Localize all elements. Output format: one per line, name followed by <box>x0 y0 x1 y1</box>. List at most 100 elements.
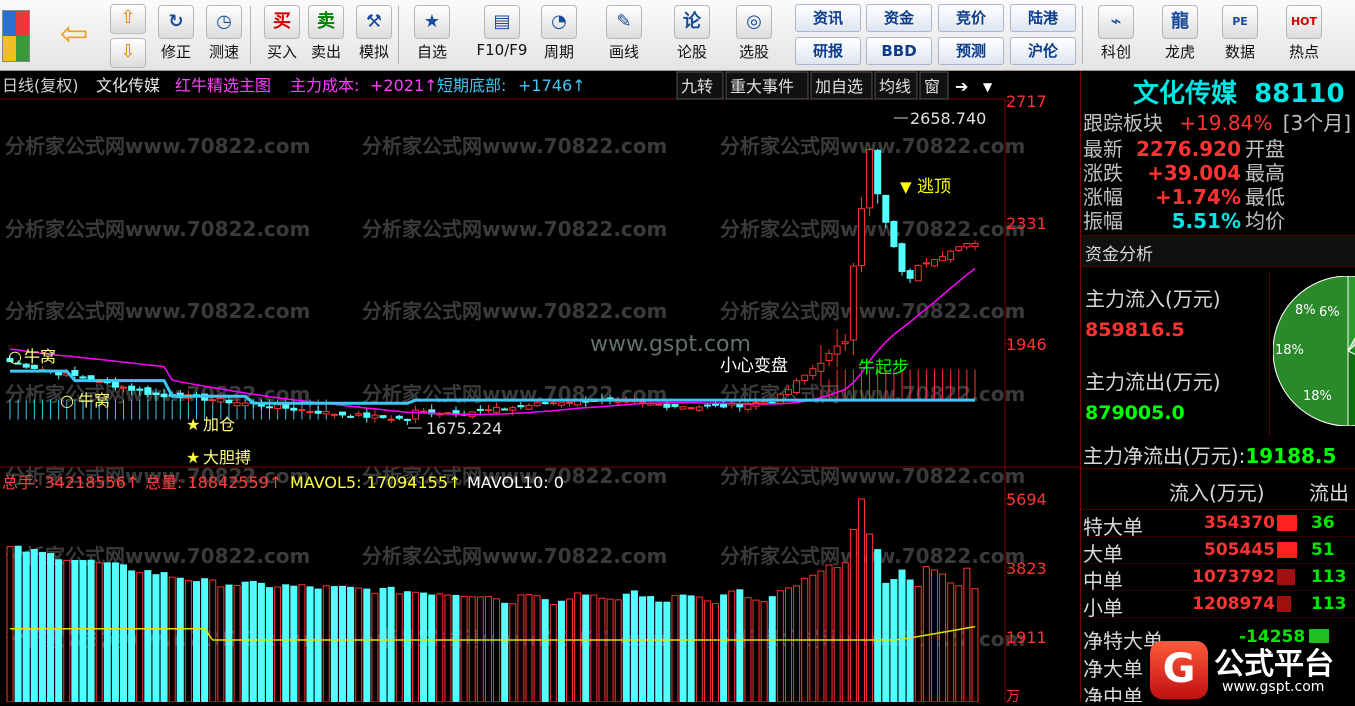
volume-bar <box>841 562 849 703</box>
flow-row-in: 1073792 <box>1192 567 1275 587</box>
pie-slice <box>1347 350 1355 426</box>
volume-bar <box>144 570 152 703</box>
candle-body <box>687 407 695 410</box>
flow-table-row: 中单 1073792 113 <box>1081 564 1355 593</box>
small-button-bottom-1[interactable]: BBD <box>866 37 932 65</box>
volume-bar <box>760 601 768 703</box>
toolbar-button-label: 模拟 <box>358 43 389 61</box>
candle-body <box>793 380 801 394</box>
mavol5: MAVOL5: 17094155↑ <box>290 473 461 492</box>
volume-bar <box>136 572 144 703</box>
pin-icon[interactable]: ➔ <box>955 77 968 96</box>
kechuang-icon: ⌁ <box>1098 5 1134 39</box>
candle-body <box>801 374 809 381</box>
data-button[interactable]: PE 数据 <box>1216 2 1264 68</box>
star-folder-button[interactable]: ★ 自选 <box>408 2 456 68</box>
candle-body <box>233 402 241 407</box>
volume-axis-low: 1911 <box>1006 628 1047 647</box>
candle-body <box>338 411 346 416</box>
candle-body <box>947 250 955 261</box>
down-arrow-icon[interactable]: ⇩ <box>110 38 146 68</box>
candle-body <box>866 149 874 209</box>
buy-button[interactable]: 买买入 <box>258 2 306 68</box>
candle-body <box>679 406 687 410</box>
period-button[interactable]: ◔ 周期 <box>535 2 583 68</box>
candle-body <box>395 415 403 419</box>
flow-table-header: 流入(万元) 流出 <box>1081 468 1355 510</box>
layout-grid-icon[interactable] <box>2 10 30 62</box>
watermark-text: 分析家公式网www.70822.com <box>5 217 310 241</box>
candle-body <box>663 403 671 408</box>
volume-bar <box>517 594 525 703</box>
cost-label: 主力成本: <box>290 76 359 95</box>
volume-bar <box>752 599 760 703</box>
volume-bar <box>14 545 22 703</box>
chart-tab-label[interactable]: 窗 <box>924 77 940 96</box>
kechuang-button[interactable]: ⌁ 科创 <box>1092 2 1140 68</box>
pen-button[interactable]: ✎ 画线 <box>600 2 648 68</box>
volume-bar <box>233 584 241 703</box>
candle-body <box>120 386 128 389</box>
panel-index-name: 文化传媒 <box>1133 79 1238 109</box>
volume-bar <box>201 578 209 703</box>
watermark-text: 分析家公式网www.70822.com <box>720 464 1025 488</box>
stock-select-button[interactable]: ◎ 选股 <box>730 2 778 68</box>
refresh-icon: ↻ <box>158 5 194 39</box>
hot-button[interactable]: HOT 热点 <box>1280 2 1328 68</box>
small-button-top-1[interactable]: 资金 <box>866 4 932 32</box>
discuss-button[interactable]: 论论股 <box>668 2 716 68</box>
small-button-bottom-2[interactable]: 预测 <box>938 37 1004 65</box>
chart-tab-label[interactable]: 均线 <box>879 77 911 96</box>
small-button-top-0[interactable]: 资讯 <box>795 4 861 32</box>
volume-bar <box>557 600 565 703</box>
volume-bar <box>314 588 322 703</box>
pie-label: 18% <box>1303 389 1332 404</box>
volume-bar <box>95 562 103 703</box>
watermark-text: 分析家公式网www.70822.com <box>362 134 667 158</box>
quote-row: 振幅 5.51% 均价 <box>1083 205 1285 233</box>
watermark-text: 分析家公式网www.70822.com <box>5 134 310 158</box>
dropdown-icon[interactable]: ▼ <box>983 80 993 94</box>
volume-bar <box>274 586 282 703</box>
volume-bar <box>679 594 687 703</box>
chart-tab-label[interactable]: 加自选 <box>815 77 863 96</box>
volume-bar <box>290 585 298 703</box>
chart-tab-label[interactable]: 九转 <box>681 77 713 96</box>
chart-svg[interactable]: 分析家公式网www.70822.com 分析家公式网www.70822.com 分析… <box>0 71 1080 705</box>
candle-body <box>274 404 282 410</box>
discuss-icon: 论 <box>674 5 710 39</box>
volume-bar <box>817 570 825 703</box>
small-button-top-3[interactable]: 陆港 <box>1010 4 1076 32</box>
volume-bar <box>484 596 492 703</box>
gspt-logo: G 公式平台 www.gspt.com <box>1150 637 1355 702</box>
data-icon: PE <box>1222 5 1258 39</box>
volume-bar <box>857 498 865 703</box>
small-button-bottom-3[interactable]: 沪伦 <box>1010 37 1076 65</box>
track-row[interactable]: 跟踪板块 +19.84% [3个月] <box>1083 107 1351 135</box>
watermark-text: 分析家公式网www.70822.com <box>362 217 667 241</box>
kline-chart[interactable]: 分析家公式网www.70822.com 分析家公式网www.70822.com 分析… <box>0 71 1080 705</box>
chart-tab-label[interactable]: 重大事件 <box>730 77 794 96</box>
volume-bar <box>71 559 79 703</box>
up-arrow-icon[interactable]: ⇧ <box>110 4 146 34</box>
small-button-bottom-0[interactable]: 研报 <box>795 37 861 65</box>
hammer-button[interactable]: ⚒ 模拟 <box>350 2 398 68</box>
refresh-button[interactable]: ↻ 修正 <box>152 2 200 68</box>
toolbar-separator <box>1082 6 1083 64</box>
track-period[interactable]: [3个月] <box>1283 111 1351 135</box>
small-button-top-2[interactable]: 竞价 <box>938 4 1004 32</box>
sell-button[interactable]: 卖卖出 <box>302 2 350 68</box>
volume-bar <box>525 594 533 703</box>
clock-button[interactable]: ◷ 测速 <box>200 2 248 68</box>
candle-body <box>898 243 906 272</box>
fund-pie-chart: 8% 6% 18% 18% <box>1273 276 1355 426</box>
f10-button[interactable]: ▤ F10/F9 <box>472 2 532 68</box>
volume-bar <box>403 591 411 703</box>
volume-bar <box>971 588 979 703</box>
dragon-tiger-button[interactable]: 龍龙虎 <box>1156 2 1204 68</box>
back-arrow-icon[interactable]: ⇦ <box>52 14 96 54</box>
volume-axis-top: 5694 <box>1006 490 1047 509</box>
add-position-star: ★ <box>186 415 200 434</box>
toolbar-button-label: 热点 <box>1288 43 1319 61</box>
volume-bar <box>38 551 46 703</box>
